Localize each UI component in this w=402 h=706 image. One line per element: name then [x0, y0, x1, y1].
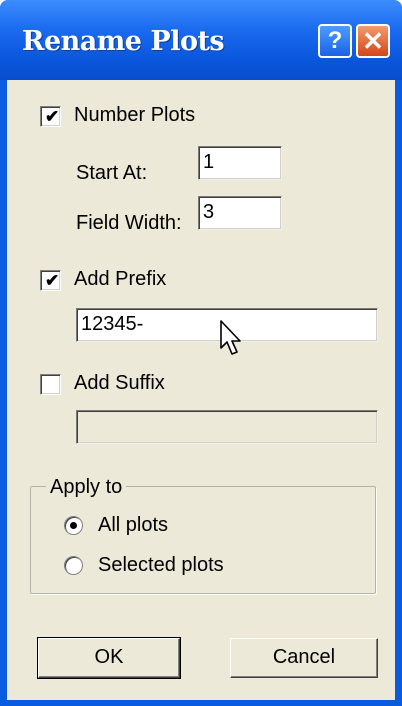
field-width-input[interactable]: 3	[198, 196, 282, 230]
selected-plots-radio[interactable]	[64, 556, 83, 575]
apply-to-group	[30, 486, 376, 594]
close-button[interactable]: ✕	[356, 24, 390, 58]
apply-to-legend: Apply to	[46, 476, 127, 499]
ok-button[interactable]: OK	[37, 637, 181, 679]
all-plots-label[interactable]: All plots	[98, 514, 168, 537]
add-prefix-checkbox[interactable]: ✔	[40, 270, 61, 291]
number-plots-checkbox[interactable]: ✔	[40, 106, 61, 127]
title-bar[interactable]: Rename Plots ? ✕	[0, 0, 402, 80]
start-at-input[interactable]: 1	[198, 146, 282, 180]
mouse-cursor-icon	[220, 320, 241, 355]
cancel-button[interactable]: Cancel	[230, 638, 378, 678]
start-at-label: Start At:	[76, 162, 148, 184]
help-button[interactable]: ?	[318, 24, 352, 58]
radio-selected-dot	[70, 522, 77, 529]
all-plots-radio[interactable]	[64, 516, 83, 535]
add-suffix-checkbox[interactable]	[40, 374, 61, 395]
checkmark-icon: ✔	[45, 271, 60, 290]
add-suffix-label[interactable]: Add Suffix	[74, 372, 165, 395]
selected-plots-label[interactable]: Selected plots	[98, 554, 224, 577]
field-width-label: Field Width:	[76, 212, 182, 234]
number-plots-label[interactable]: Number Plots	[74, 104, 195, 127]
checkmark-icon: ✔	[45, 107, 60, 126]
dialog-title: Rename Plots	[22, 26, 225, 57]
rename-plots-dialog: Rename Plots ? ✕ ✔ Number Plots Start At…	[0, 0, 402, 706]
add-prefix-label[interactable]: Add Prefix	[74, 268, 166, 291]
suffix-input[interactable]	[76, 410, 378, 444]
